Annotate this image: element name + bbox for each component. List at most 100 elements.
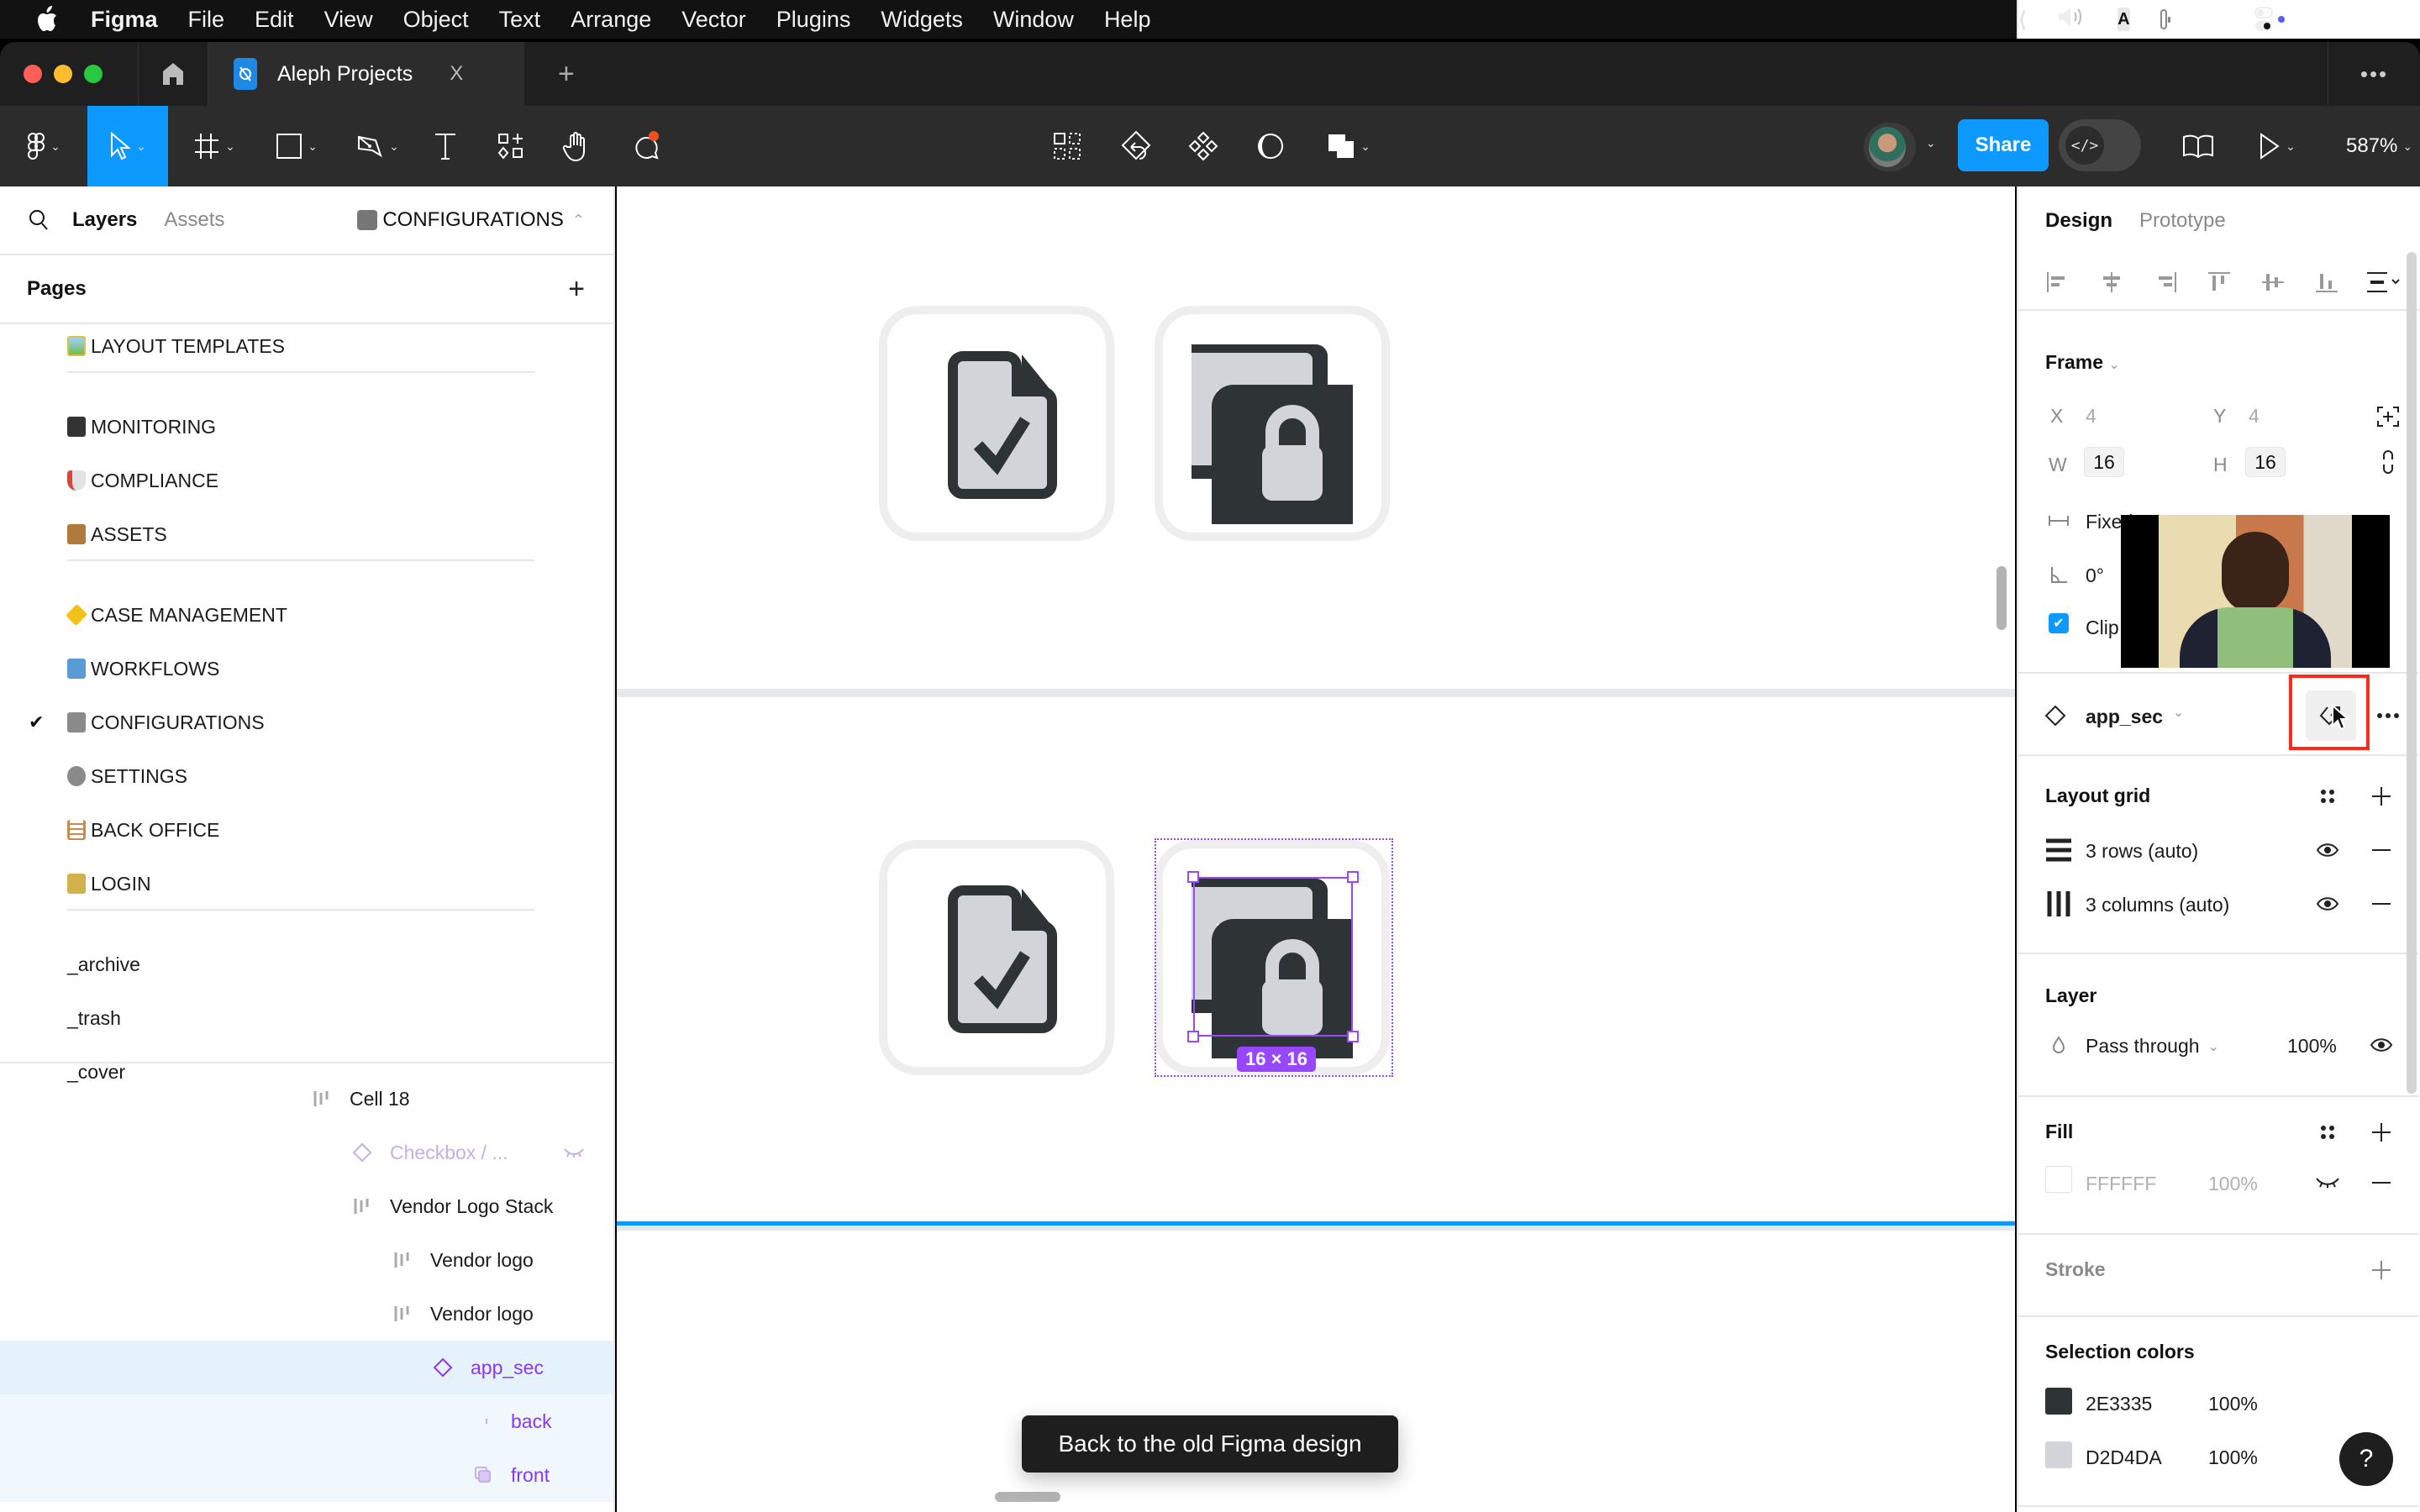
columns-grid-icon[interactable]: [2044, 889, 2074, 919]
distribute-menu-icon[interactable]: [2366, 268, 2403, 297]
add-stroke-icon[interactable]: [2366, 1255, 2396, 1285]
create-component-button[interactable]: [1186, 106, 1220, 186]
home-tab[interactable]: [138, 42, 208, 106]
current-page-dropdown[interactable]: CONFIGURATIONS ⌃: [357, 208, 585, 232]
frame-tool[interactable]: ⌄: [185, 106, 244, 186]
control-center-icon[interactable]: [2254, 7, 2285, 32]
page-item[interactable]: ASSETS: [0, 507, 613, 561]
eye-icon[interactable]: [2312, 835, 2343, 865]
remove-grid-icon[interactable]: [2366, 889, 2396, 919]
page-item[interactable]: COMPLIANCE: [0, 454, 613, 507]
add-fill-icon[interactable]: [2366, 1117, 2396, 1147]
icon-tile-document-check[interactable]: [879, 306, 1114, 541]
vertical-scrollbar[interactable]: [1996, 566, 2007, 630]
menu-vector[interactable]: Vector: [681, 7, 746, 33]
hand-tool[interactable]: [558, 106, 595, 186]
menu-edit[interactable]: Edit: [255, 7, 294, 33]
page-item[interactable]: CASE MANAGEMENT: [0, 588, 613, 642]
layer-row[interactable]: Vendor logo: [0, 1287, 613, 1341]
menu-help[interactable]: Help: [1104, 7, 1151, 33]
resize-handle-bottom-left[interactable]: [1187, 1031, 1199, 1042]
selection-color-opacity[interactable]: 100%: [2208, 1446, 2258, 1469]
component-name[interactable]: app_sec: [2086, 706, 2163, 728]
eye-icon[interactable]: [2366, 1030, 2396, 1060]
dev-mode-toggle[interactable]: </>: [2059, 119, 2141, 171]
auto-layout-suggest-button[interactable]: [1050, 106, 1084, 186]
layer-row[interactable]: Vendor logo: [0, 1233, 613, 1287]
frame-section-title[interactable]: Frame ⌄: [2045, 351, 2120, 374]
menu-figma[interactable]: Figma: [91, 7, 158, 33]
layer-row[interactable]: Checkbox / ...: [0, 1126, 613, 1179]
eye-closed-icon[interactable]: [563, 1142, 585, 1163]
resize-handle-top-left[interactable]: [1187, 871, 1199, 883]
menu-window[interactable]: Window: [993, 7, 1074, 33]
selection-color-swatch[interactable]: [2045, 1388, 2072, 1415]
resize-handle-top-right[interactable]: [1347, 871, 1359, 883]
rows-grid-icon[interactable]: [2044, 835, 2074, 865]
tab-assets[interactable]: Assets: [164, 208, 224, 232]
input-source-icon[interactable]: A: [2118, 8, 2130, 31]
chevron-left-icon[interactable]: ⟨: [2018, 7, 2027, 33]
layer-row[interactable]: back: [0, 1394, 613, 1448]
more-options-icon[interactable]: [2373, 701, 2403, 731]
fill-opacity-input[interactable]: 100%: [2208, 1173, 2258, 1195]
selection-color-swatch[interactable]: [2045, 1441, 2072, 1468]
page-item[interactable]: MONITORING: [0, 400, 613, 454]
page-item[interactable]: WORKFLOWS: [0, 642, 613, 696]
y-value[interactable]: 4: [2249, 405, 2260, 428]
menu-object[interactable]: Object: [403, 7, 469, 33]
align-left-icon[interactable]: [2044, 268, 2072, 297]
layer-row[interactable]: Vendor Logo Stack: [0, 1179, 613, 1233]
comment-tool[interactable]: [625, 106, 666, 186]
width-input[interactable]: 16: [2084, 447, 2124, 477]
search-icon[interactable]: [29, 209, 49, 231]
layer-row[interactable]: Cell 18: [0, 1072, 613, 1126]
align-vertical-center-icon[interactable]: [2259, 268, 2287, 297]
main-menu-button[interactable]: ⌄: [18, 106, 69, 186]
menu-view[interactable]: View: [324, 7, 373, 33]
align-right-icon[interactable]: [2151, 268, 2180, 297]
fill-color-swatch[interactable]: [2045, 1166, 2072, 1193]
library-button[interactable]: [2181, 106, 2215, 186]
pen-tool[interactable]: ⌄: [348, 106, 407, 186]
fill-hex-input[interactable]: FFFFFF: [2086, 1173, 2156, 1195]
share-button[interactable]: Share: [1958, 119, 2049, 171]
mask-button[interactable]: [1254, 106, 1287, 186]
blend-mode-dropdown[interactable]: Pass through ⌄: [2086, 1035, 2219, 1058]
page-item[interactable]: _archive: [0, 937, 613, 991]
present-button[interactable]: ⌄: [2252, 106, 2302, 186]
properties-scrollbar[interactable]: [2407, 252, 2417, 1094]
remove-grid-icon[interactable]: [2366, 835, 2396, 865]
help-button[interactable]: ?: [2339, 1432, 2393, 1486]
menu-widgets[interactable]: Widgets: [881, 7, 963, 33]
detach-instance-button[interactable]: [1119, 106, 1153, 186]
constrain-proportions-icon[interactable]: [2373, 447, 2403, 477]
position-absolute-icon[interactable]: [2373, 402, 2403, 432]
boolean-ops-button[interactable]: ⌄: [1321, 106, 1376, 186]
wifi-icon[interactable]: [2197, 6, 2224, 34]
volume-icon[interactable]: [2057, 5, 2087, 34]
old-design-toast[interactable]: Back to the old Figma design: [1022, 1415, 1398, 1473]
selection-color-hex[interactable]: D2D4DA: [2086, 1446, 2162, 1469]
battery-icon[interactable]: [2160, 9, 2170, 29]
selection-color-hex[interactable]: 2E3335: [2086, 1393, 2152, 1415]
clock[interactable]: Thu 28 Nov 23:33: [2315, 7, 2420, 33]
new-tab-button[interactable]: +: [558, 58, 575, 91]
tab-design[interactable]: Design: [2045, 209, 2112, 233]
page-item[interactable]: _trash: [0, 991, 613, 1045]
text-tool[interactable]: [427, 106, 464, 186]
page-item-selected[interactable]: ✔ CONFIGURATIONS: [0, 696, 613, 749]
selection-bounds[interactable]: [1193, 877, 1353, 1037]
page-item[interactable]: SETTINGS: [0, 749, 613, 803]
resources-tool[interactable]: [494, 106, 528, 186]
apple-menu-icon[interactable]: [34, 5, 59, 34]
shape-tool[interactable]: ⌄: [267, 106, 326, 186]
layer-row[interactable]: front: [0, 1448, 613, 1502]
remove-fill-icon[interactable]: [2366, 1168, 2396, 1198]
menu-plugins[interactable]: Plugins: [776, 7, 851, 33]
grid-styles-icon[interactable]: [2312, 781, 2343, 811]
add-page-button[interactable]: +: [568, 273, 585, 306]
horizontal-scrollbar[interactable]: [995, 1492, 1060, 1502]
icon-tile-app-sec[interactable]: [1155, 306, 1390, 541]
grid-item-label[interactable]: 3 columns (auto): [2086, 894, 2229, 916]
